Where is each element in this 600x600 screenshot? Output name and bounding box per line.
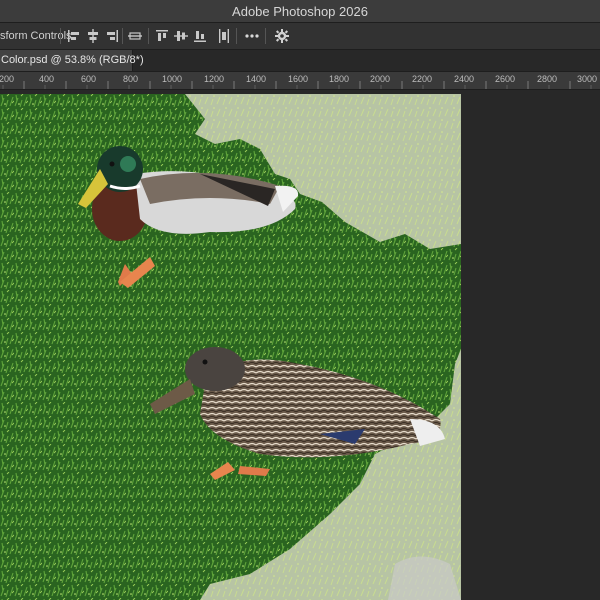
horizontal-ruler[interactable]: 200 400 600 800 1000 1200 1400 1600 1800… bbox=[0, 72, 600, 90]
document-tab-label: Color.psd @ 53.8% (RGB/8*) bbox=[1, 54, 144, 66]
ruler-label: 3000 bbox=[577, 74, 598, 84]
align-left-icon[interactable] bbox=[66, 28, 82, 44]
settings-icon[interactable] bbox=[274, 28, 290, 44]
ruler-label: 2800 bbox=[537, 74, 558, 84]
ruler-label: 2600 bbox=[495, 74, 516, 84]
ruler-label: 2000 bbox=[370, 74, 391, 84]
distribute-icon[interactable] bbox=[216, 28, 232, 44]
ruler-label: 2200 bbox=[412, 74, 433, 84]
ruler-label: 800 bbox=[123, 74, 139, 84]
ruler-label: 1400 bbox=[246, 74, 267, 84]
workspace-pasteboard[interactable] bbox=[0, 90, 600, 600]
separator bbox=[265, 28, 266, 44]
more-options-icon[interactable] bbox=[244, 28, 260, 44]
separator bbox=[60, 28, 61, 44]
title-bar: Adobe Photoshop 2026 bbox=[0, 0, 600, 23]
canvas-image bbox=[0, 94, 461, 600]
align-vcenter-icon[interactable] bbox=[173, 28, 189, 44]
ruler-label: 2400 bbox=[454, 74, 475, 84]
document-canvas[interactable] bbox=[0, 94, 461, 600]
ruler-label: 1800 bbox=[329, 74, 350, 84]
ruler-label: 1000 bbox=[162, 74, 183, 84]
align-center-icon[interactable] bbox=[85, 28, 101, 44]
separator bbox=[148, 28, 149, 44]
ruler-label: 200 bbox=[0, 74, 15, 84]
align-middle-icon[interactable] bbox=[127, 28, 143, 44]
align-bottom-icon[interactable] bbox=[192, 28, 208, 44]
ruler-label: 400 bbox=[39, 74, 55, 84]
separator bbox=[122, 28, 123, 44]
align-right-icon[interactable] bbox=[104, 28, 120, 44]
separator bbox=[236, 28, 237, 44]
ruler-label: 1600 bbox=[288, 74, 309, 84]
document-tab[interactable]: Color.psd @ 53.8% (RGB/8*) bbox=[0, 50, 144, 71]
ruler-label: 600 bbox=[81, 74, 97, 84]
ruler-label: 1200 bbox=[204, 74, 225, 84]
align-top-icon[interactable] bbox=[154, 28, 170, 44]
app-title: Adobe Photoshop 2026 bbox=[232, 4, 368, 19]
document-tab-bar: Color.psd @ 53.8% (RGB/8*) bbox=[0, 50, 600, 72]
options-bar: sform Controls bbox=[0, 23, 600, 50]
